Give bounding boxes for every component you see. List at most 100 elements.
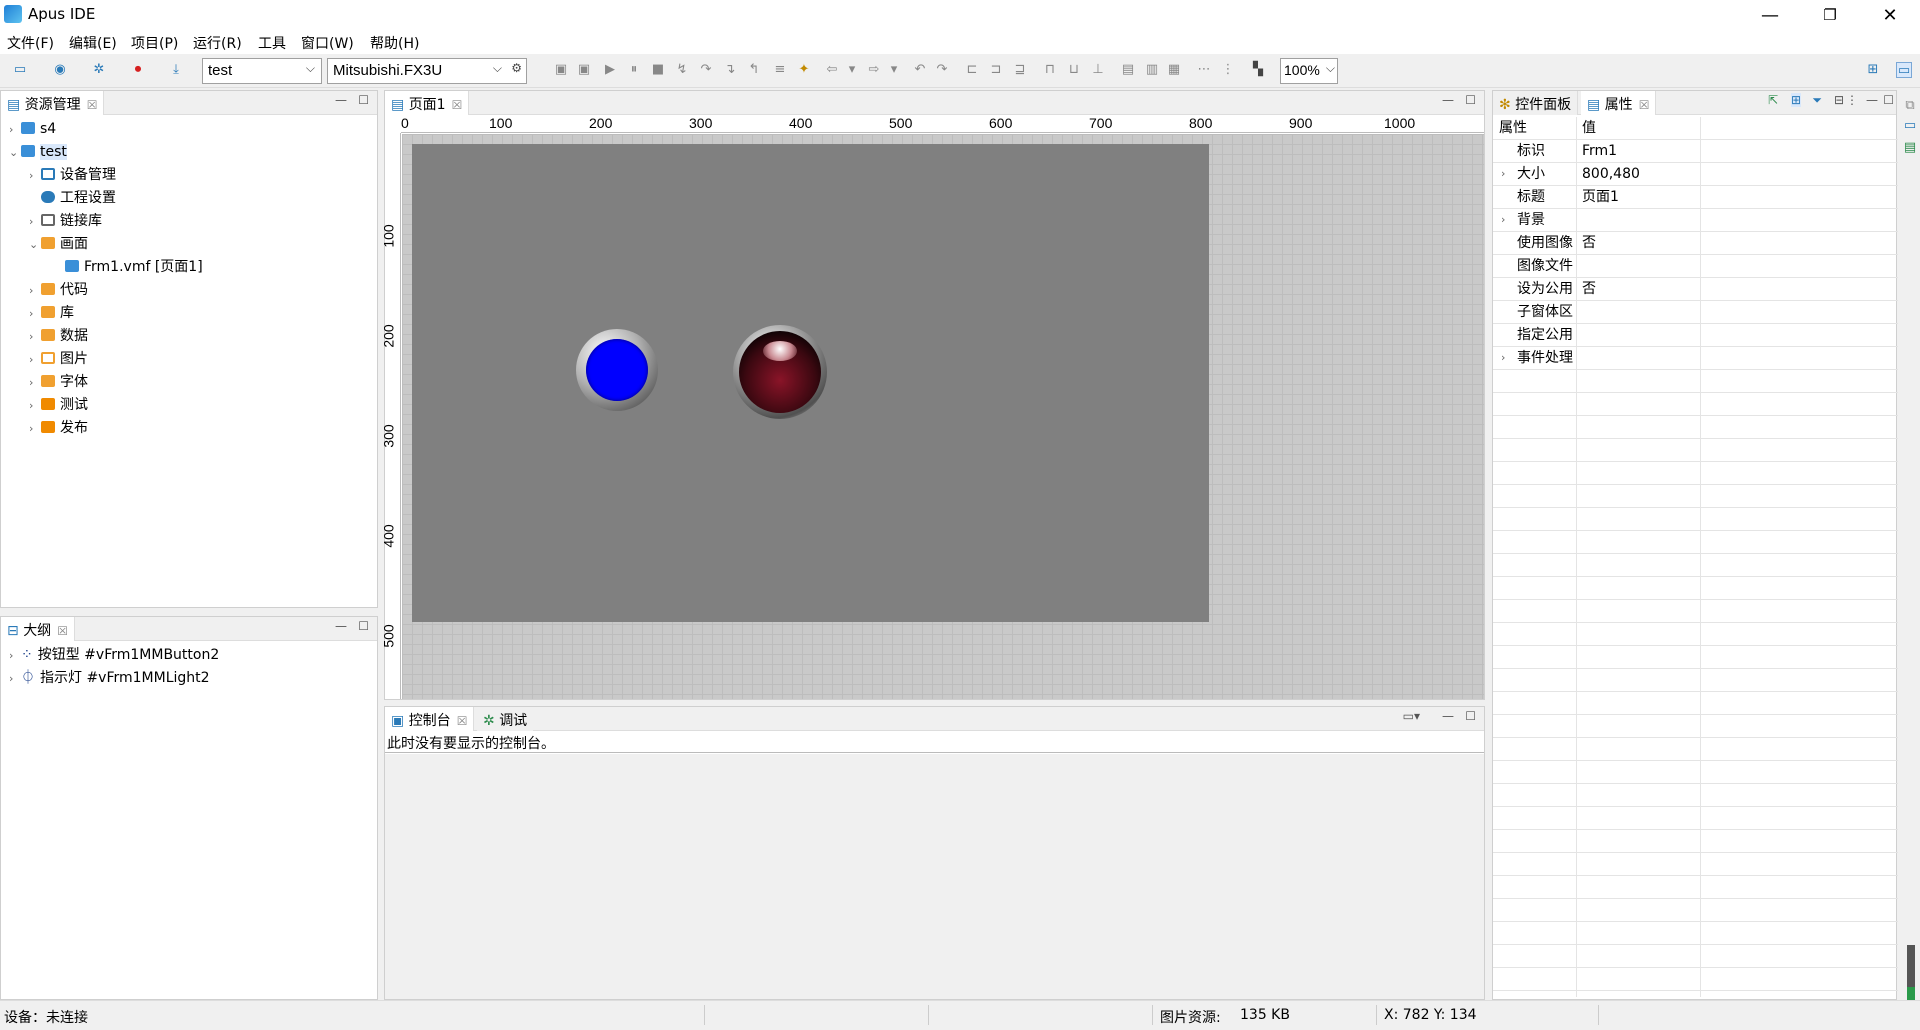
align-right-icon[interactable]: ⊒ bbox=[1012, 62, 1028, 78]
filter-icon[interactable]: ⏷ bbox=[1812, 93, 1822, 108]
align-bottom-icon[interactable]: ⊥ bbox=[1090, 62, 1106, 78]
play-icon[interactable]: ▶ bbox=[602, 62, 618, 78]
property-row[interactable]: 标题 页面1 bbox=[1493, 186, 1898, 209]
maximize-icon[interactable]: ☐ bbox=[1465, 93, 1476, 107]
minimize-icon[interactable]: — bbox=[1866, 93, 1878, 107]
align-top-icon[interactable]: ⊓ bbox=[1042, 62, 1058, 78]
property-value[interactable]: 否 bbox=[1582, 232, 1596, 254]
redo-icon[interactable]: ↷ bbox=[934, 62, 950, 78]
same-size-icon[interactable]: ▦ bbox=[1166, 62, 1182, 78]
settings-icon[interactable]: ⚙ bbox=[511, 61, 522, 75]
pin-icon[interactable]: ⇱ bbox=[1768, 93, 1778, 107]
tree-view-icon[interactable]: ⊞ bbox=[1790, 93, 1801, 107]
widget-panel-icon[interactable]: ▭ bbox=[1902, 118, 1918, 134]
close-icon[interactable]: ☒ bbox=[57, 624, 68, 638]
menu-project[interactable]: 项目(P) bbox=[131, 33, 178, 53]
property-row[interactable]: › 大小 800,480 bbox=[1493, 163, 1898, 186]
maximize-icon[interactable]: ☐ bbox=[358, 93, 369, 107]
chevron-right-icon[interactable]: › bbox=[29, 349, 41, 371]
page-canvas[interactable] bbox=[412, 144, 1209, 622]
chevron-right-icon[interactable]: › bbox=[29, 372, 41, 394]
chevron-down-icon[interactable]: ⌄ bbox=[29, 234, 41, 256]
menu-file[interactable]: 文件(F) bbox=[7, 33, 54, 53]
chevron-right-icon[interactable]: › bbox=[1501, 209, 1505, 231]
property-row[interactable]: 图像文件 bbox=[1493, 255, 1898, 278]
chevron-right-icon[interactable]: › bbox=[1501, 163, 1505, 185]
close-icon[interactable]: ☒ bbox=[457, 714, 468, 728]
tree-item-s4[interactable]: › s4 bbox=[9, 118, 56, 140]
open-perspective-icon[interactable]: ⊞ bbox=[1865, 62, 1881, 78]
tab-console[interactable]: ▣ 控制台 ☒ bbox=[385, 707, 475, 731]
step-out-icon[interactable]: ↰ bbox=[746, 62, 762, 78]
tree-item-images[interactable]: › 图片 bbox=[29, 348, 88, 370]
chevron-right-icon[interactable]: › bbox=[1501, 347, 1505, 369]
back-dropdown-icon[interactable]: ▾ bbox=[844, 62, 860, 78]
new-project-icon[interactable]: ▭ bbox=[12, 62, 28, 78]
view-menu-icon[interactable]: ⋮ bbox=[1846, 93, 1858, 107]
maximize-icon[interactable]: ☐ bbox=[1883, 93, 1894, 107]
blue-push-button[interactable] bbox=[576, 329, 658, 411]
property-row[interactable]: 使用图像否 bbox=[1493, 232, 1898, 255]
minimize-icon[interactable]: — bbox=[335, 93, 347, 107]
indicator-light[interactable] bbox=[733, 325, 827, 419]
chevron-right-icon[interactable]: › bbox=[29, 165, 41, 187]
same-height-icon[interactable]: ▥ bbox=[1144, 62, 1160, 78]
device-select[interactable]: Mitsubishi.FX3U ⌵ ⚙ bbox=[327, 58, 527, 84]
display-console-icon[interactable]: ▭▾ bbox=[1403, 709, 1420, 723]
chevron-right-icon[interactable]: › bbox=[29, 303, 41, 325]
tab-outline[interactable]: ⊟ 大纲 ☒ bbox=[1, 617, 75, 641]
menu-run[interactable]: 运行(R) bbox=[193, 33, 242, 53]
chevron-right-icon[interactable]: › bbox=[29, 211, 41, 233]
same-width-icon[interactable]: ▤ bbox=[1120, 62, 1136, 78]
close-button[interactable]: ✕ bbox=[1862, 0, 1918, 30]
menu-edit[interactable]: 编辑(E) bbox=[69, 33, 117, 53]
step-icon[interactable]: ↯ bbox=[674, 62, 690, 78]
tree-item-publish[interactable]: › 发布 bbox=[29, 417, 88, 439]
stop-square-icon[interactable]: ■ bbox=[650, 62, 666, 78]
restore-button[interactable]: ❐ bbox=[1802, 0, 1858, 30]
property-value[interactable]: Frm1 bbox=[1582, 140, 1617, 162]
space-v-icon[interactable]: ⋮ bbox=[1220, 62, 1236, 78]
tree-item-fonts[interactable]: › 字体 bbox=[29, 371, 88, 393]
outline-item-light[interactable]: › ⏀ 指示灯 #vFrm1MMLight2 bbox=[9, 667, 210, 689]
property-row[interactable]: 子窗体区 bbox=[1493, 301, 1898, 324]
tree-item-link-library[interactable]: › 链接库 bbox=[29, 210, 102, 232]
align-middle-icon[interactable]: ⊔ bbox=[1066, 62, 1082, 78]
menu-help[interactable]: 帮助(H) bbox=[370, 33, 419, 53]
chevron-right-icon[interactable]: › bbox=[9, 668, 21, 690]
tab-resources[interactable]: ▤ 资源管理 ☒ bbox=[1, 91, 105, 115]
design-area[interactable] bbox=[402, 134, 1484, 699]
maximize-icon[interactable]: ☐ bbox=[1465, 709, 1476, 723]
save-all-icon[interactable]: ▣ bbox=[576, 62, 592, 78]
maximize-icon[interactable]: ☐ bbox=[358, 619, 369, 633]
property-row[interactable]: 指定公用 bbox=[1493, 324, 1898, 347]
zoom-select[interactable]: 100% ⌵ bbox=[1280, 58, 1338, 84]
minimize-button[interactable]: — bbox=[1742, 0, 1798, 30]
tab-debug[interactable]: ✲ 调试 bbox=[477, 707, 534, 731]
undo-icon[interactable]: ↶ bbox=[912, 62, 928, 78]
close-icon[interactable]: ☒ bbox=[87, 98, 98, 112]
property-row[interactable]: › 事件处理 bbox=[1493, 347, 1898, 370]
menu-tools[interactable]: 工具 bbox=[258, 33, 286, 53]
align-icon[interactable]: ≡ bbox=[772, 62, 788, 78]
forward-icon[interactable]: ⇨ bbox=[866, 62, 882, 78]
tree-item-project-settings[interactable]: 工程设置 bbox=[29, 187, 116, 209]
tree-item-code[interactable]: › 代码 bbox=[29, 279, 88, 301]
property-value[interactable]: 800,480 bbox=[1582, 163, 1640, 185]
close-icon[interactable]: ☒ bbox=[452, 98, 463, 112]
chevron-right-icon[interactable]: › bbox=[9, 645, 21, 667]
tree-item-device-manager[interactable]: › 设备管理 bbox=[29, 164, 116, 186]
chevron-right-icon[interactable]: › bbox=[29, 395, 41, 417]
chevron-right-icon[interactable]: › bbox=[29, 326, 41, 348]
property-value[interactable]: 页面1 bbox=[1582, 186, 1619, 208]
properties-view-icon[interactable]: ▤ bbox=[1902, 140, 1918, 156]
property-row[interactable]: 设为公用否 bbox=[1493, 278, 1898, 301]
stop-icon[interactable]: ⏺ bbox=[130, 62, 146, 78]
tab-properties[interactable]: ▤ 属性 ☒ bbox=[1581, 91, 1657, 115]
pause-icon[interactable]: ⏸ bbox=[626, 62, 642, 78]
back-icon[interactable]: ⇦ bbox=[824, 62, 840, 78]
tree-item-library[interactable]: › 库 bbox=[29, 302, 74, 324]
outline-item-button[interactable]: › ⁘ 按钮型 #vFrm1MMButton2 bbox=[9, 644, 219, 666]
forward-dropdown-icon[interactable]: ▾ bbox=[886, 62, 902, 78]
tree-item-frm1[interactable]: Frm1.vmf [页面1] bbox=[53, 256, 203, 278]
